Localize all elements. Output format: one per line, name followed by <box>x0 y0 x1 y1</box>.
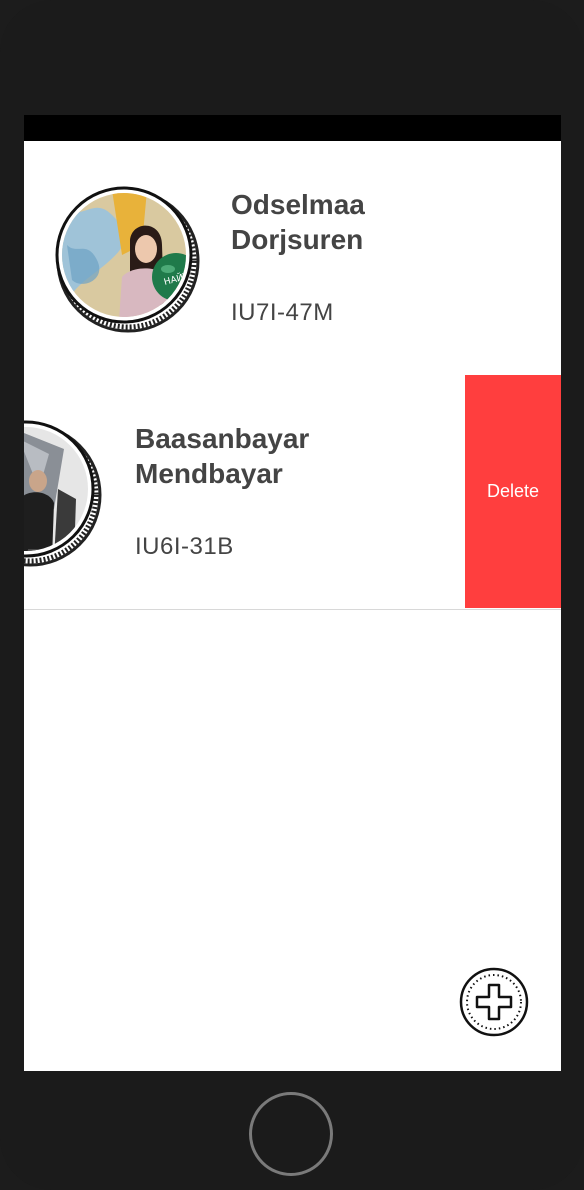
delete-button[interactable]: Delete <box>465 375 561 608</box>
contact-name: Odselmaa Dorjsuren <box>231 187 365 257</box>
contact-first-name: Odselmaa <box>231 189 365 220</box>
contact-code: IU7I-47M <box>231 299 334 326</box>
contact-code: IU6I-31B <box>135 533 234 560</box>
plus-icon <box>459 967 529 1037</box>
contact-first-name: Baasanbayar <box>135 423 310 454</box>
avatar-photo-icon: НАЙТИ <box>55 186 200 333</box>
avatar-photo-icon <box>24 420 102 567</box>
contact-last-name: Mendbayar <box>135 458 283 489</box>
contact-last-name: Dorjsuren <box>231 224 364 255</box>
phone-frame: НАЙТИ Odselmaa Dorjsuren IU7I-47M Baasan… <box>0 0 584 1190</box>
avatar: НАЙТИ <box>52 185 202 335</box>
app-screen: НАЙТИ Odselmaa Dorjsuren IU7I-47M Baasan… <box>24 115 561 1071</box>
contact-name: Baasanbayar Mendbayar <box>135 421 309 491</box>
add-contact-button[interactable] <box>459 967 529 1037</box>
status-bar <box>24 115 561 141</box>
avatar <box>24 419 104 569</box>
contact-row[interactable]: НАЙТИ Odselmaa Dorjsuren IU7I-47M <box>24 141 561 375</box>
home-button[interactable] <box>249 1092 333 1176</box>
